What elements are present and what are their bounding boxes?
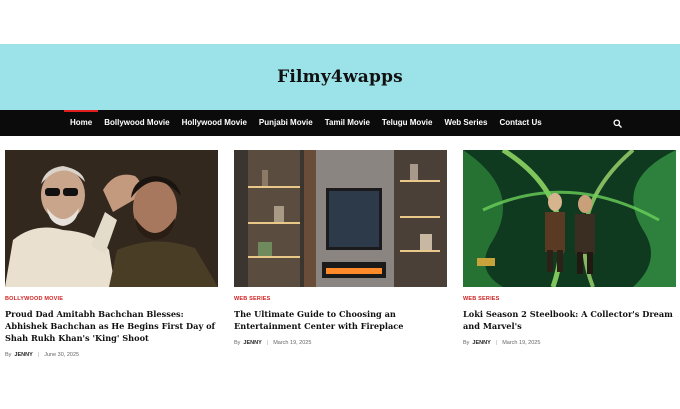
post-title[interactable]: Loki Season 2 Steelbook: A Collector's D…: [463, 308, 676, 332]
post-category[interactable]: WEB SERIES: [234, 296, 447, 302]
post-author[interactable]: JENNY: [472, 340, 490, 346]
post-author[interactable]: JENNY: [14, 352, 32, 358]
search-button[interactable]: [613, 110, 622, 136]
post-image-loki-steelbook: [463, 150, 676, 287]
post-card: WEB SERIES The Ultimate Guide to Choosin…: [234, 150, 447, 346]
search-icon: [613, 118, 622, 128]
nav-item-bollywood[interactable]: Bollywood Movie: [98, 110, 175, 136]
post-title[interactable]: The Ultimate Guide to Choosing an Entert…: [234, 308, 447, 332]
nav-item-hollywood[interactable]: Hollywood Movie: [176, 110, 253, 136]
post-card: WEB SERIES Loki Season 2 Steelbook: A Co…: [463, 150, 676, 346]
by-label: By: [234, 340, 241, 346]
post-thumbnail[interactable]: [463, 150, 676, 287]
meta-separator: |: [495, 340, 498, 346]
post-date: March 19, 2025: [502, 340, 541, 346]
nav-item-home[interactable]: Home: [64, 110, 99, 136]
post-author[interactable]: JENNY: [243, 340, 261, 346]
post-thumbnail[interactable]: [234, 150, 447, 287]
post-title[interactable]: Proud Dad Amitabh Bachchan Blesses: Abhi…: [5, 308, 218, 344]
post-category[interactable]: BOLLYWOOD MOVIE: [5, 296, 218, 302]
main-navigation: Home Bollywood Movie Hollywood Movie Pun…: [0, 110, 680, 136]
posts-grid: BOLLYWOOD MOVIE Proud Dad Amitabh Bachch…: [0, 150, 680, 409]
post-date: March 19, 2025: [273, 340, 312, 346]
meta-separator: |: [266, 340, 269, 346]
post-image-father-son: [5, 150, 218, 287]
site-header: Filmy4wapps: [0, 44, 680, 110]
site-title[interactable]: Filmy4wapps: [277, 67, 403, 87]
top-spacer: [0, 0, 680, 44]
nav-item-contact[interactable]: Contact Us: [493, 110, 547, 136]
post-image-entertainment-center: [234, 150, 447, 287]
post-date: June 30, 2025: [44, 352, 80, 358]
nav-item-telugu[interactable]: Telugu Movie: [376, 110, 439, 136]
nav-item-web-series[interactable]: Web Series: [438, 110, 493, 136]
nav-item-tamil[interactable]: Tamil Movie: [319, 110, 376, 136]
post-meta: By JENNY | March 19, 2025: [234, 340, 447, 346]
meta-separator: |: [37, 352, 40, 358]
post-card: BOLLYWOOD MOVIE Proud Dad Amitabh Bachch…: [5, 150, 218, 358]
nav-item-punjabi[interactable]: Punjabi Movie: [253, 110, 319, 136]
post-meta: By JENNY | March 19, 2025: [463, 340, 676, 346]
by-label: By: [463, 340, 470, 346]
post-thumbnail[interactable]: [5, 150, 218, 287]
by-label: By: [5, 352, 12, 358]
post-meta: By JENNY | June 30, 2025: [5, 352, 218, 358]
post-category[interactable]: WEB SERIES: [463, 296, 676, 302]
